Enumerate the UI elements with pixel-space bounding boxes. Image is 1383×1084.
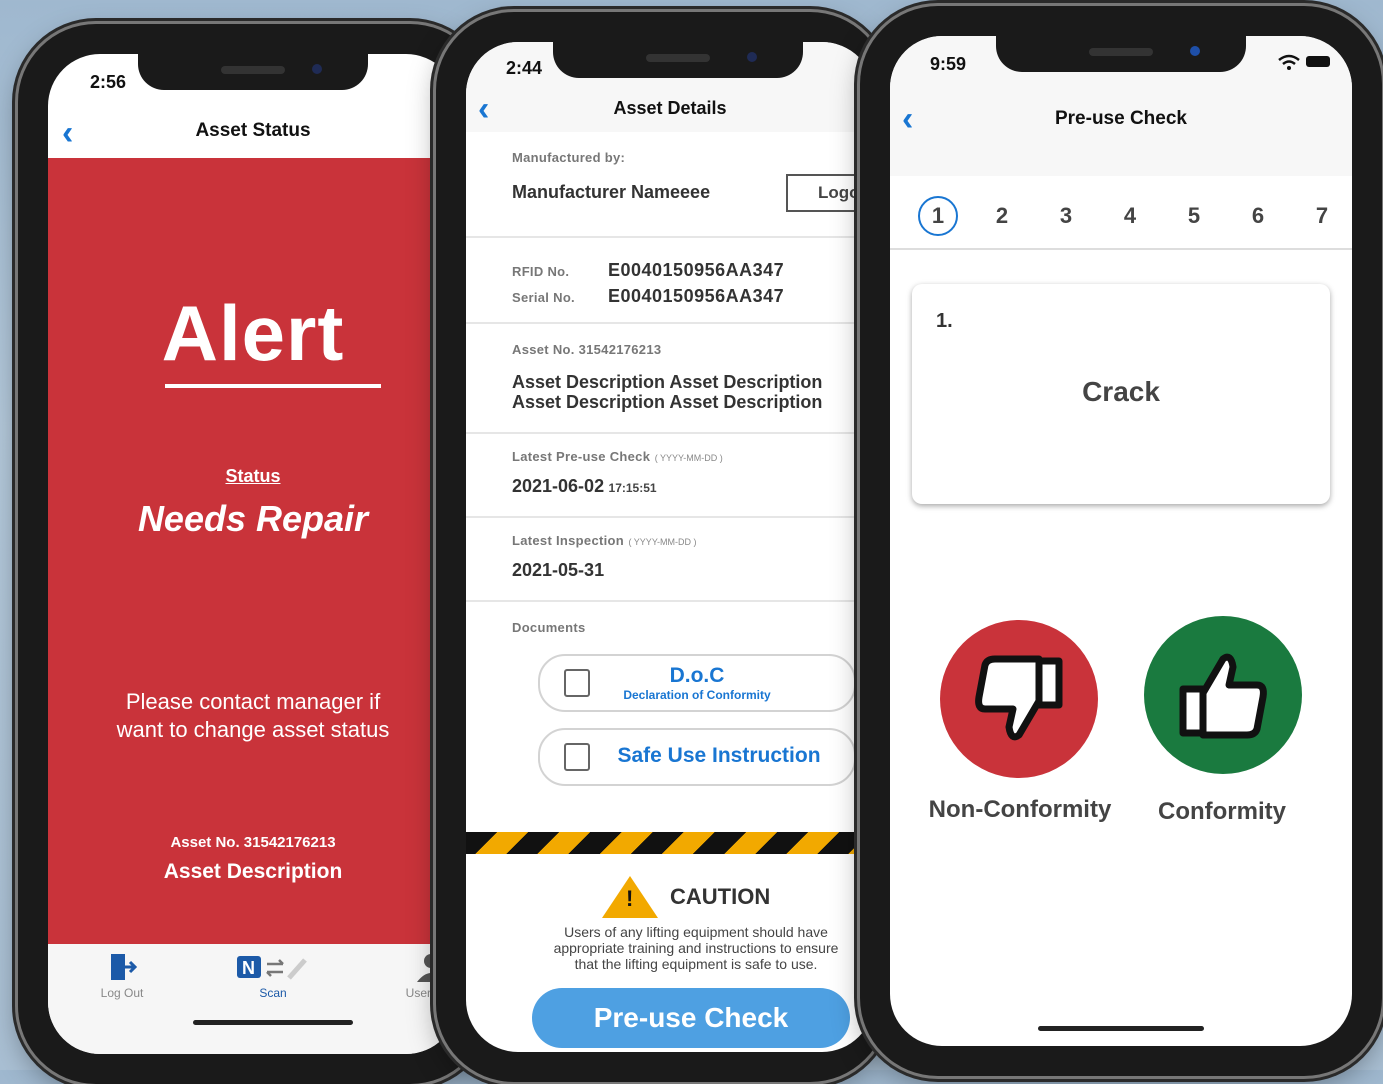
- step-indicator: 1 2 3 4 5 6 7: [890, 186, 1352, 250]
- preuse-label-row: Latest Pre-use Check ( YYYY-MM-DD ): [512, 448, 723, 466]
- tab-scan[interactable]: N Scan: [223, 952, 323, 1000]
- step-5[interactable]: 5: [1174, 196, 1214, 236]
- documents-label: Documents: [512, 620, 586, 635]
- screen: 2:56 ‹ Asset Status Alert Status Needs R…: [48, 54, 458, 1054]
- phone-asset-status: 2:56 ‹ Asset Status Alert Status Needs R…: [18, 24, 488, 1084]
- serial-value: E0040150956AA347: [608, 286, 785, 306]
- status-value: Needs Repair: [137, 498, 369, 539]
- asset-number: Asset No. 31542176213: [512, 342, 662, 357]
- step-7[interactable]: 7: [1302, 196, 1342, 236]
- manufacturer-name: Manufacturer Nameeee: [512, 182, 711, 202]
- page-title: Pre-use Check: [1054, 108, 1187, 129]
- card-title: Crack: [1082, 376, 1160, 407]
- preuse-datetime: 2021-06-02 17:15:51: [512, 476, 657, 497]
- phone-preuse-check: 9:59 ‹ Pre-use Check 1 2 3 4 5 6 7 1. Cr…: [860, 6, 1382, 1076]
- doc-title: D.o.C: [669, 664, 725, 687]
- card-number: 1.: [936, 310, 953, 332]
- inspection-label-row: Latest Inspection ( YYYY-MM-DD ): [512, 532, 696, 550]
- svg-text:N: N: [242, 958, 255, 978]
- step-3[interactable]: 3: [1046, 196, 1086, 236]
- asset-number: Asset No. 31542176213: [170, 834, 336, 851]
- thumbs-up-icon: [1179, 653, 1267, 739]
- asset-section: Asset No. 31542176213 Asset Description …: [466, 324, 874, 434]
- notch: [553, 42, 804, 78]
- safe-use-button[interactable]: Safe Use Instruction: [538, 728, 856, 786]
- status-label: Status: [225, 466, 281, 486]
- home-indicator: [193, 1020, 353, 1025]
- rfid-value: E0040150956AA347: [608, 260, 785, 280]
- manufactured-label: Manufactured by:: [512, 150, 626, 165]
- preuse-time: 17:15:51: [608, 481, 657, 495]
- preuse-check-button[interactable]: Pre-use Check: [532, 988, 850, 1048]
- contact-line: Please contact manager if: [125, 689, 381, 714]
- serial-label: Serial No.: [512, 290, 575, 305]
- warning-icon: !: [602, 876, 658, 918]
- preuse-section: Latest Pre-use Check ( YYYY-MM-DD ) 2021…: [466, 434, 874, 518]
- wifi-icon: [1278, 54, 1300, 75]
- safe-use-title: Safe Use Instruction: [617, 744, 821, 767]
- asset-description: Asset Description Asset Description: [512, 392, 823, 412]
- screen: 9:59 ‹ Pre-use Check 1 2 3 4 5 6 7 1. Cr…: [890, 36, 1352, 1046]
- inspection-section: Latest Inspection ( YYYY-MM-DD ) 2021-05…: [466, 518, 874, 602]
- non-conformity-button[interactable]: [940, 620, 1098, 778]
- status-time: 9:59: [930, 54, 967, 74]
- inspection-label: Latest Inspection: [512, 533, 625, 548]
- asset-description: Asset Description: [163, 860, 343, 883]
- status-time: 2:44: [506, 58, 543, 78]
- inspection-date: 2021-05-31: [512, 560, 605, 580]
- tab-label: Scan: [259, 986, 287, 1000]
- battery-icon: [1306, 56, 1330, 67]
- alert-heading: Alert: [161, 289, 345, 377]
- step-1[interactable]: 1: [918, 196, 958, 236]
- preuse-label: Latest Pre-use Check: [512, 449, 651, 464]
- caution-line: Users of any lifting equipment should ha…: [564, 924, 828, 940]
- tab-label: Log Out: [100, 986, 144, 1000]
- logout-icon: [72, 952, 172, 986]
- step-2[interactable]: 2: [982, 196, 1022, 236]
- caution-line: that the lifting equipment is safe to us…: [574, 956, 818, 972]
- home-indicator: [1038, 1026, 1204, 1031]
- conformity-label[interactable]: Conformity: [1122, 798, 1322, 826]
- contact-message: Please contact manager if want to change…: [48, 688, 458, 744]
- step-6[interactable]: 6: [1238, 196, 1278, 236]
- phone-asset-details: 2:44 ‹ Asset Details Manufactured by: Ma…: [436, 12, 888, 1082]
- doc-subtitle: Declaration of Conformity: [623, 688, 771, 702]
- caution-title: CAUTION: [670, 884, 771, 909]
- hazard-stripe: [466, 832, 874, 854]
- caution-text: Users of any lifting equipment should ha…: [506, 924, 874, 972]
- date-format: ( YYYY-MM-DD ): [628, 537, 697, 547]
- id-section: RFID No. E0040150956AA347 Serial No. E00…: [466, 238, 874, 324]
- tab-log-out[interactable]: Log Out: [72, 952, 172, 1000]
- nfc-scan-icon: N: [223, 952, 323, 986]
- asset-description: Asset Description Asset Description: [512, 372, 823, 392]
- doc-button[interactable]: D.o.C Declaration of Conformity: [538, 654, 856, 712]
- page-title: Asset Status: [195, 120, 311, 141]
- screen: 2:44 ‹ Asset Details Manufactured by: Ma…: [466, 42, 874, 1052]
- thumbs-down-icon: [975, 655, 1063, 741]
- notch: [138, 54, 368, 90]
- contact-line: want to change asset status: [116, 717, 390, 742]
- tab-bar: Log Out N Scan User P: [48, 944, 458, 1054]
- page-title: Asset Details: [613, 98, 727, 118]
- alert-underline: [165, 384, 381, 388]
- date-format: ( YYYY-MM-DD ): [654, 453, 723, 463]
- caution-line: appropriate training and instructions to…: [553, 940, 839, 956]
- conformity-button[interactable]: [1144, 616, 1302, 774]
- preuse-date: 2021-06-02: [512, 476, 605, 496]
- step-4[interactable]: 4: [1110, 196, 1150, 236]
- non-conformity-label[interactable]: Non-Conformity: [910, 796, 1130, 824]
- rfid-label: RFID No.: [512, 264, 570, 279]
- check-item-card: 1. Crack: [912, 284, 1330, 504]
- status-time: 2:56: [90, 72, 127, 92]
- alert-panel: Alert Status Needs Repair Please contact…: [48, 158, 458, 944]
- notch: [996, 36, 1246, 72]
- manufacturer-section: Manufactured by: Manufacturer Nameeee Lo…: [466, 142, 874, 238]
